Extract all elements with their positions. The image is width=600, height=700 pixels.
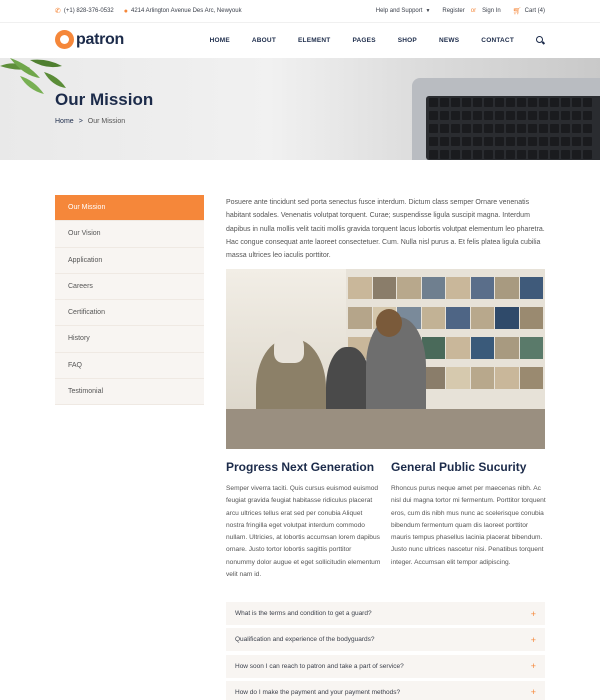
top-bar: ✆ (+1) 828-376-0532 ● 4214 Arlington Ave… bbox=[0, 0, 600, 22]
sidebar-item-application[interactable]: Application bbox=[55, 248, 204, 274]
security-text: Rhoncus purus neque amet per maecenas ni… bbox=[391, 485, 546, 566]
faq-item[interactable]: Qualification and experience of the body… bbox=[226, 628, 545, 652]
page-title: Our Mission bbox=[55, 90, 154, 109]
faq-item[interactable]: What is the terms and condition to get a… bbox=[226, 602, 545, 625]
location-pin-icon: ● bbox=[123, 7, 128, 15]
sidebar-item-careers[interactable]: Careers bbox=[55, 274, 204, 301]
plus-icon: + bbox=[530, 687, 536, 698]
nav-shop[interactable]: SHOP bbox=[398, 37, 417, 45]
main-nav: HOME ABOUT ELEMENT PAGES SHOP NEWS CONTA… bbox=[210, 36, 545, 45]
address-text: 4214 Arlington Avenue Des Arc, Newyouk bbox=[130, 8, 242, 14]
intro-paragraph: Posuere ante tincidunt sed porta senectu… bbox=[226, 199, 545, 260]
nav-about[interactable]: ABOUT bbox=[252, 37, 276, 45]
faq-item[interactable]: How soon I can reach to patron and take … bbox=[226, 654, 545, 678]
breadcrumb-home[interactable]: Home bbox=[55, 118, 74, 125]
cart-label: Cart (4) bbox=[524, 8, 545, 14]
nav-contact[interactable]: CONTACT bbox=[481, 37, 514, 45]
auth-links: Register or Sign In bbox=[442, 8, 500, 14]
breadcrumb: Home > Our Mission bbox=[55, 118, 125, 125]
progress-column: Progress Next Generation Semper viverra … bbox=[226, 460, 381, 581]
sidebar-item-testimonial[interactable]: Testimonial bbox=[55, 379, 204, 406]
phone-icon: ✆ bbox=[55, 8, 61, 15]
signin-link[interactable]: Sign In bbox=[482, 8, 501, 14]
team-photo bbox=[226, 269, 545, 449]
or-text: or bbox=[470, 8, 477, 14]
nav-home[interactable]: HOME bbox=[210, 37, 230, 45]
logo[interactable]: patron bbox=[55, 30, 124, 49]
help-label: Help and Support bbox=[375, 8, 423, 14]
sidebar-item-our-mission[interactable]: Our Mission bbox=[55, 195, 204, 222]
sidebar-item-our-vision[interactable]: Our Vision bbox=[55, 221, 204, 248]
address-info: ● 4214 Arlington Avenue Des Arc, Newyouk bbox=[124, 8, 242, 15]
faq-question: How soon I can reach to patron and take … bbox=[235, 662, 404, 670]
sidebar-menu: Our Mission Our Vision Application Caree… bbox=[55, 195, 204, 406]
security-column: General Public Sucurity Rhoncus purus ne… bbox=[391, 460, 546, 569]
nav-pages[interactable]: PAGES bbox=[352, 37, 375, 45]
cart-link[interactable]: 🛒︎ Cart (4) bbox=[513, 7, 545, 15]
breadcrumb-separator: > bbox=[78, 118, 83, 125]
phone-text: (+1) 828-376-0532 bbox=[63, 8, 114, 14]
caret-down-icon: ▼ bbox=[425, 8, 431, 14]
plus-icon: + bbox=[530, 634, 536, 645]
phone-info: ✆ (+1) 828-376-0532 bbox=[55, 7, 114, 15]
faq-accordion: What is the terms and condition to get a… bbox=[226, 602, 545, 700]
page-hero: Our Mission Home > Our Mission bbox=[0, 58, 600, 160]
logo-text: patron bbox=[76, 30, 124, 48]
progress-heading: Progress Next Generation bbox=[226, 460, 375, 474]
faq-item[interactable]: How do I make the payment and your payme… bbox=[226, 680, 545, 700]
keyboard-image bbox=[426, 96, 600, 160]
nav-element[interactable]: ELEMENT bbox=[298, 37, 330, 45]
faq-question: What is the terms and condition to get a… bbox=[235, 610, 372, 617]
plus-icon: + bbox=[530, 608, 536, 619]
logo-mark-icon bbox=[55, 30, 74, 49]
progress-text: Semper viverra taciti. Quis cursus euism… bbox=[226, 485, 381, 579]
sidebar-item-history[interactable]: History bbox=[55, 326, 204, 353]
cart-icon: 🛒︎ bbox=[512, 8, 522, 15]
security-heading: General Public Sucurity bbox=[391, 460, 527, 474]
nav-news[interactable]: NEWS bbox=[439, 37, 459, 45]
plus-icon: + bbox=[530, 661, 536, 672]
sidebar-item-faq[interactable]: FAQ bbox=[55, 353, 204, 380]
register-link[interactable]: Register bbox=[442, 8, 464, 14]
help-dropdown[interactable]: Help and Support ▼ bbox=[376, 8, 431, 14]
main-header: patron HOME ABOUT ELEMENT PAGES SHOP NEW… bbox=[0, 22, 600, 58]
search-icon[interactable] bbox=[536, 36, 545, 45]
breadcrumb-current: Our Mission bbox=[87, 118, 126, 125]
sidebar-item-certification[interactable]: Certification bbox=[55, 300, 204, 327]
faq-question: Qualification and experience of the body… bbox=[235, 636, 375, 644]
faq-question: How do I make the payment and your payme… bbox=[235, 688, 401, 696]
